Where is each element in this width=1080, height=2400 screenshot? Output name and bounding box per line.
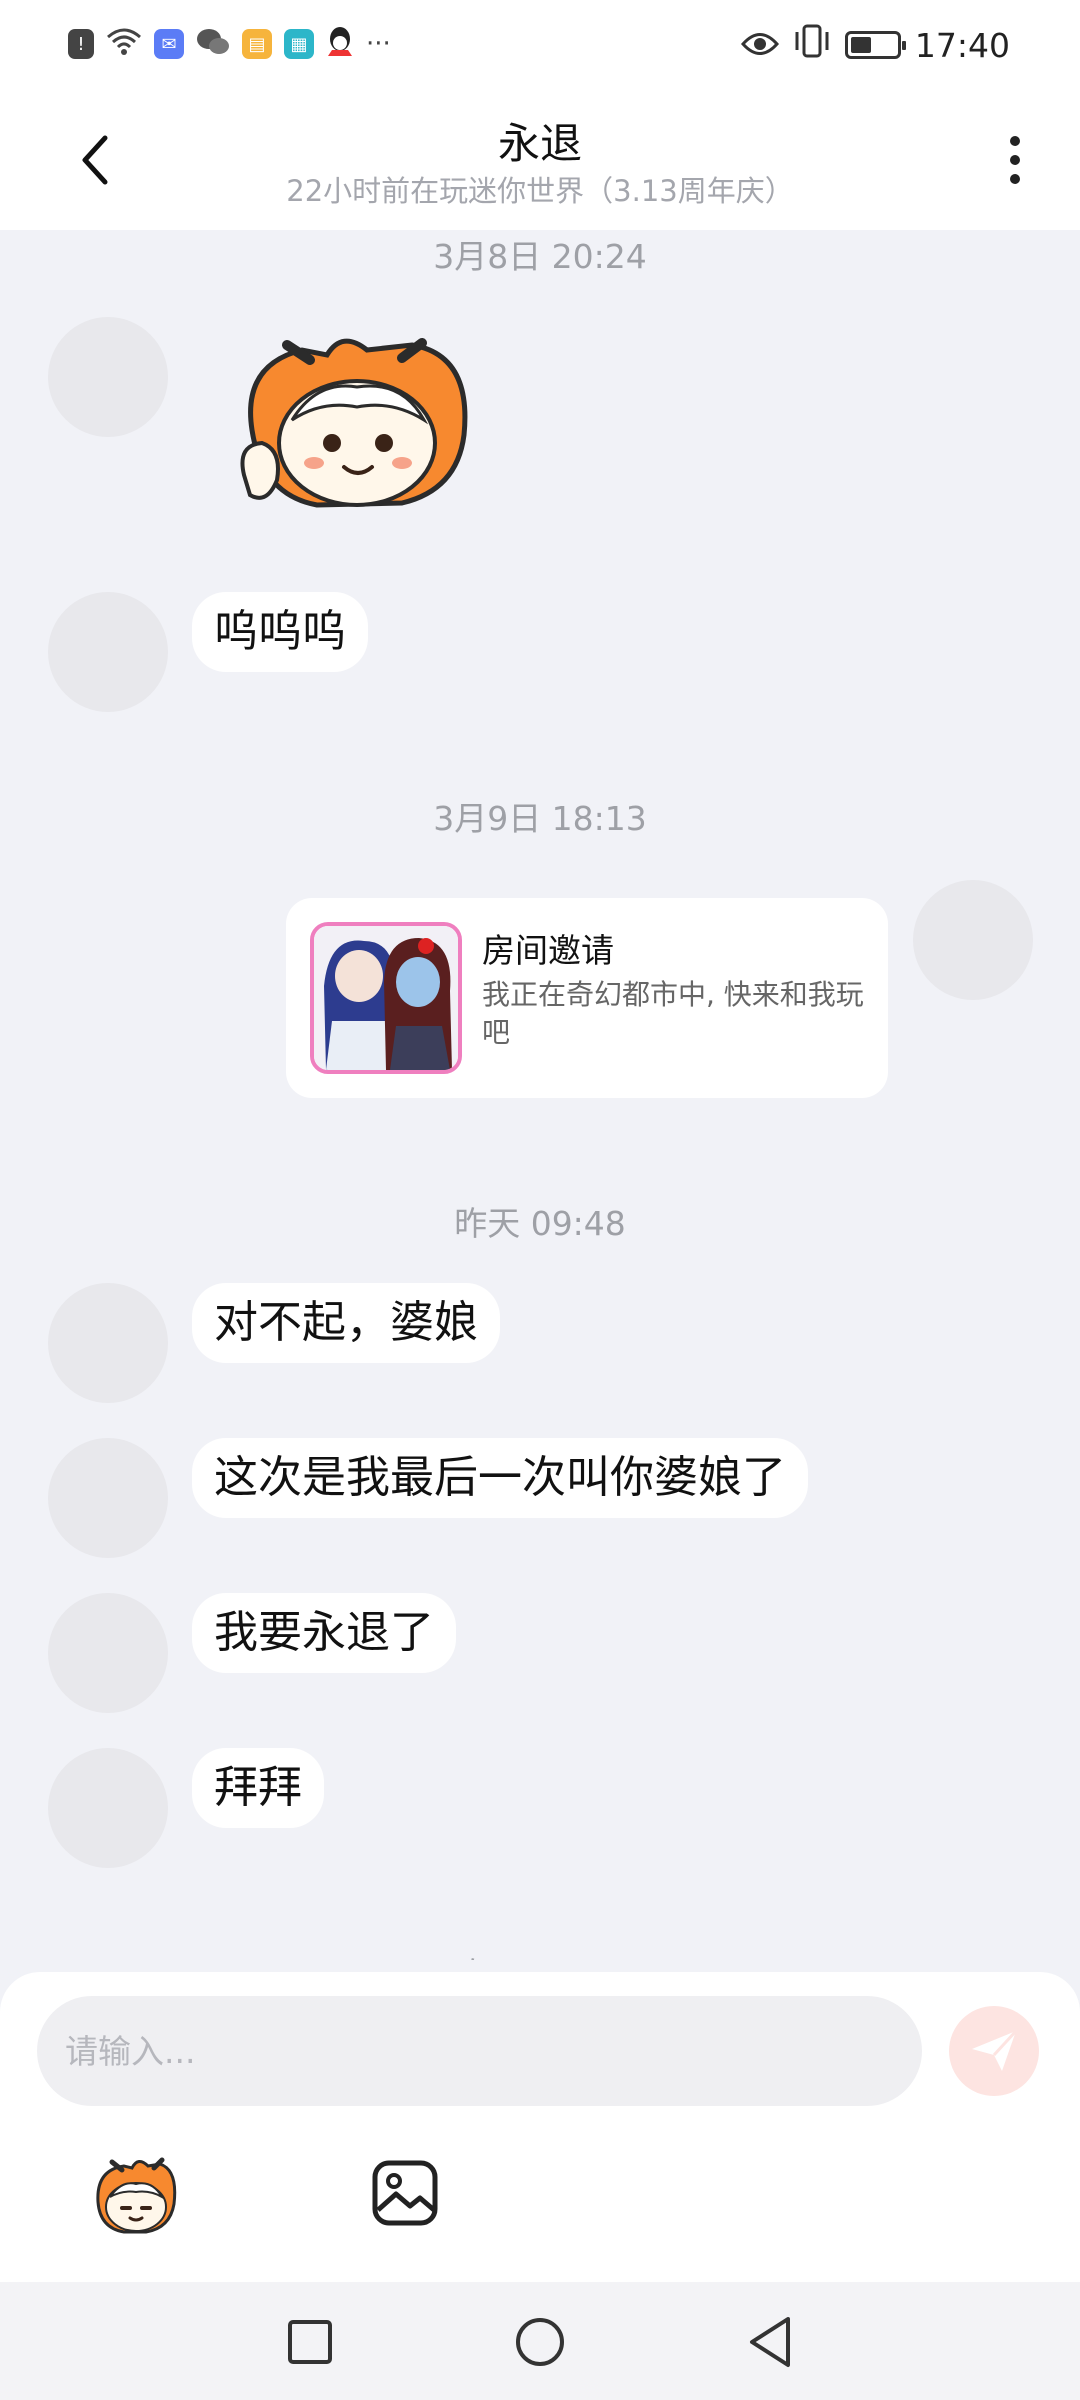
message-bubble[interactable]: 这次是我最后一次叫你婆娘了	[192, 1438, 808, 1518]
back-nav-button[interactable]	[740, 2312, 800, 2372]
message-bubble[interactable]: 我要永退了	[192, 1593, 456, 1673]
avatar[interactable]	[48, 1593, 168, 1713]
sticker-button[interactable]	[90, 2152, 180, 2242]
alert-icon: !	[68, 29, 94, 59]
timestamp: 昨天 09:48	[454, 1204, 626, 1243]
battery-icon	[844, 31, 906, 59]
recents-button[interactable]	[280, 2312, 340, 2372]
chat-header: 永退 22小时前在玩迷你世界（3.13周年庆）	[0, 90, 1080, 230]
more-dots-icon: ···	[366, 29, 391, 59]
avatar[interactable]	[48, 592, 168, 712]
invite-title: 房间邀请	[482, 931, 614, 970]
status-bar-left-icons: ! ✉ ▤ ▦ ···	[68, 26, 391, 62]
avatar[interactable]	[48, 1283, 168, 1403]
presence-status: 22小时前在玩迷你世界（3.13周年庆）	[286, 174, 794, 208]
status-bar: ! ✉ ▤ ▦ ··· 17:40	[0, 0, 1080, 90]
image-button[interactable]	[370, 2158, 440, 2228]
invite-thumbnail	[310, 922, 462, 1074]
square-icon	[288, 2320, 332, 2364]
my-avatar[interactable]	[913, 880, 1033, 1000]
message-bubble[interactable]: 拜拜	[192, 1748, 324, 1828]
wifi-icon	[106, 27, 142, 61]
wechat-icon	[196, 27, 230, 61]
avatar[interactable]	[48, 317, 168, 437]
message-list[interactable]: 3月8日 20:24 呜呜呜 3月9日 18:13 房间邀请 我正在奇幻都市中,…	[0, 230, 1080, 1960]
notes-icon: ▤	[242, 29, 272, 59]
message-bubble[interactable]: 对不起，婆娘	[192, 1283, 500, 1363]
app-store-icon: ✉	[154, 29, 184, 59]
message-input[interactable]	[37, 1996, 922, 2106]
eye-icon	[740, 26, 779, 65]
composer-panel	[0, 1972, 1080, 2282]
avatar[interactable]	[48, 1438, 168, 1558]
dot	[1010, 155, 1020, 165]
invite-description: 我正在奇幻都市中, 快来和我玩吧	[482, 978, 864, 1049]
game-characters-image-icon	[314, 926, 458, 1070]
page-title: 永退	[497, 119, 582, 168]
vibrate-icon	[793, 24, 831, 66]
mascot-emoji-icon	[96, 2157, 177, 2234]
status-bar-right: 17:40	[740, 24, 1010, 66]
system-nav-bar	[0, 2282, 1080, 2400]
triangle-back-icon	[750, 2317, 790, 2367]
dot	[1010, 136, 1020, 146]
reader-icon: ▦	[284, 29, 314, 59]
timestamp: 3月8日 20:24	[433, 237, 647, 276]
battery-level	[850, 37, 871, 53]
avatar[interactable]	[48, 1748, 168, 1868]
mascot-sticker-icon	[240, 338, 468, 508]
home-button[interactable]	[510, 2312, 570, 2372]
dot	[1010, 174, 1020, 184]
send-icon	[972, 2029, 1018, 2071]
sticker-mascot[interactable]	[232, 325, 477, 530]
image-icon	[372, 2160, 438, 2226]
circle-icon	[516, 2318, 564, 2366]
timestamp: 3月9日 18:13	[433, 799, 647, 838]
send-button[interactable]	[949, 2006, 1039, 2096]
clock: 17:40	[914, 25, 1010, 65]
more-options-button[interactable]	[990, 125, 1040, 195]
timestamp: 昨天 17:28	[0, 1948, 1080, 1960]
qq-icon	[326, 26, 354, 62]
message-bubble[interactable]: 呜呜呜	[192, 592, 368, 672]
room-invite-card[interactable]: 房间邀请 我正在奇幻都市中, 快来和我玩吧	[286, 898, 888, 1098]
